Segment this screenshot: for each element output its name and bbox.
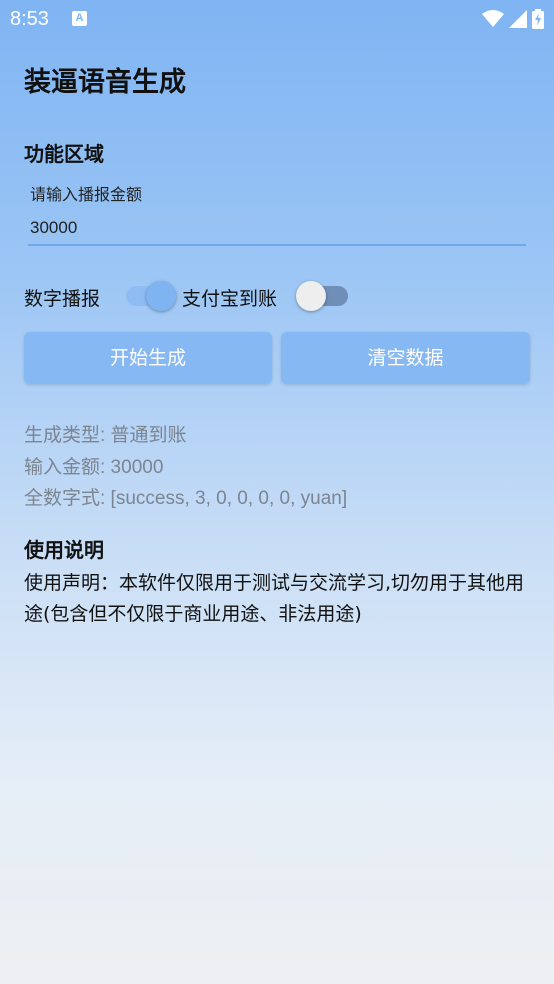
clear-data-button[interactable]: 清空数据 <box>281 332 530 384</box>
alipay-arrival-switch-thumb <box>296 281 326 311</box>
digital-broadcast-switch-thumb <box>146 281 176 311</box>
a-icon: A <box>72 11 87 26</box>
amount-input-label: 请输入播报金额 <box>30 185 143 204</box>
function-area-title: 功能区域 <box>24 142 104 166</box>
wifi-icon <box>481 9 504 27</box>
info-amount-line: 输入金额: 30000 <box>24 457 164 478</box>
battery-icon <box>532 8 544 29</box>
start-generate-button[interactable]: 开始生成 <box>24 332 272 384</box>
info-type-line: 生成类型: 普通到账 <box>24 425 187 446</box>
page-title: 装逼语音生成 <box>24 67 186 98</box>
signal-icon <box>508 9 527 28</box>
status-time: 8:53 <box>10 8 49 30</box>
info-digits-line: 全数字式: [success, 3, 0, 0, 0, 0, yuan] <box>24 488 348 509</box>
status-icons <box>481 8 544 29</box>
amount-input[interactable] <box>28 212 526 246</box>
switch-row: 数字播报 支付宝到账 <box>24 280 544 312</box>
digital-broadcast-label: 数字播报 <box>24 288 101 310</box>
usage-title: 使用说明 <box>24 538 104 562</box>
status-bar: 8:53 A <box>0 0 554 36</box>
usage-text: 使用声明：本软件仅限用于测试与交流学习,切勿用于其他用途(包含但不仅限于商业用途… <box>24 572 525 625</box>
alipay-arrival-label: 支付宝到账 <box>182 288 278 310</box>
a-icon-glyph: A <box>75 12 84 24</box>
